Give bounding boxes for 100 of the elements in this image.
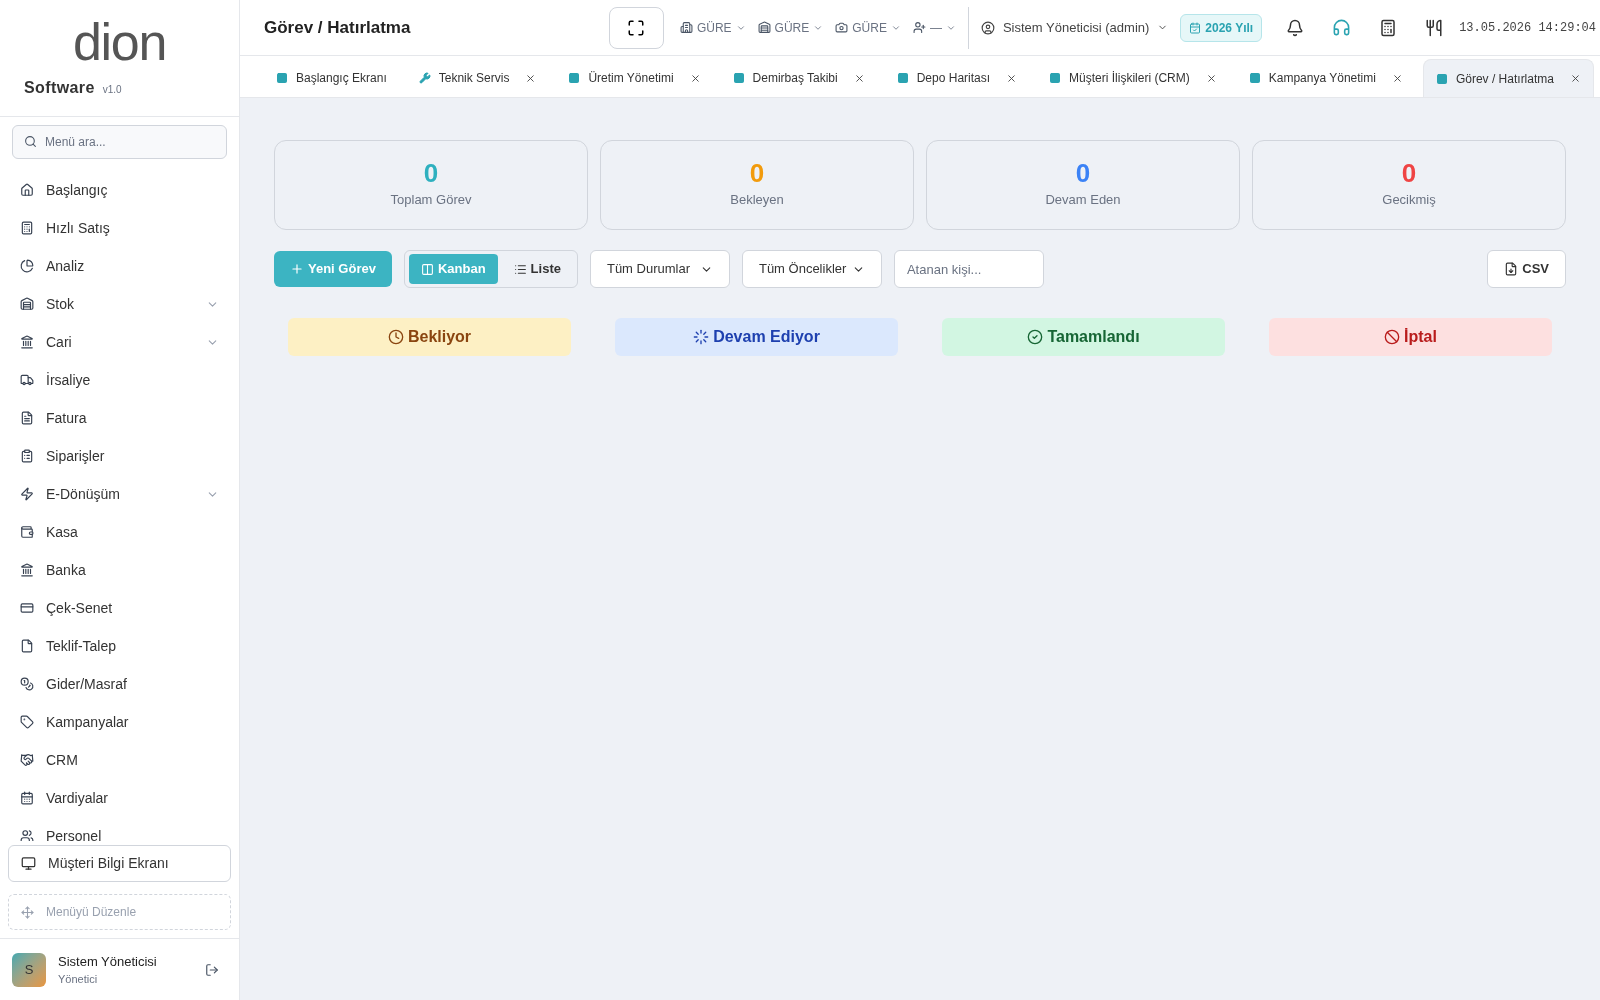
context-selector[interactable]: GÜRE <box>831 18 905 37</box>
monitor-icon <box>21 856 36 871</box>
menu-icon <box>20 335 34 349</box>
user-name: Sistem Yöneticisi <box>58 952 158 971</box>
close-icon[interactable] <box>525 72 537 84</box>
tab-icon <box>1049 72 1062 84</box>
tab-icon <box>418 72 431 84</box>
sidebar-item[interactable]: Hızlı Satış <box>12 209 227 247</box>
view-icon <box>420 262 434 276</box>
sidebar-item[interactable]: İrsaliye <box>12 361 227 399</box>
tab-icon <box>1435 72 1448 85</box>
status-icon <box>693 329 710 345</box>
csv-file-icon <box>1504 262 1519 276</box>
fullscreen-button[interactable] <box>608 6 664 49</box>
tab-icon <box>1248 72 1261 84</box>
tab-icon <box>732 72 745 84</box>
page-tab[interactable]: Teknik Servis <box>406 59 549 97</box>
assignee-field[interactable]: Atanan kişi... <box>893 250 1044 288</box>
user-icon <box>980 20 995 35</box>
page-tab[interactable]: Demirbaş Takibi <box>720 59 877 97</box>
stat-value: 0 <box>1401 160 1417 187</box>
sidebar-item[interactable]: Analiz <box>12 247 227 285</box>
context-selector[interactable]: GÜRE <box>675 18 750 37</box>
sidebar-item[interactable]: Başlangıç <box>12 171 227 209</box>
csv-export-button[interactable]: CSV <box>1487 250 1566 288</box>
menu-icon <box>20 753 34 767</box>
selector-icon <box>912 21 926 34</box>
page-title: Görev / Hatırlatma <box>264 16 412 39</box>
plus-icon <box>290 262 304 276</box>
stat-value: 0 <box>1075 160 1091 187</box>
search-icon <box>24 135 37 148</box>
notification-icon[interactable] <box>1286 18 1305 37</box>
menu-icon <box>20 829 34 841</box>
menu-icon <box>20 373 34 387</box>
selector-icon <box>757 21 771 34</box>
menu-icon <box>20 259 34 273</box>
logout-icon[interactable] <box>205 962 219 977</box>
stat-label: Bekleyen <box>730 191 784 210</box>
tab-icon <box>568 72 581 84</box>
sidebar-item[interactable]: Banka <box>12 551 227 589</box>
close-icon[interactable] <box>1391 72 1403 84</box>
user-role: Yönetici <box>58 972 99 987</box>
sidebar-item[interactable]: Teklif-Talep <box>12 627 227 665</box>
sidebar-item[interactable]: Çek-Senet <box>12 589 227 627</box>
page-tab[interactable]: Depo Haritası <box>884 59 1030 97</box>
context-selector[interactable]: — <box>908 18 960 37</box>
status-filter[interactable]: Tüm Durumlar <box>589 250 730 288</box>
page-tab[interactable]: Müşteri İlişkileri (CRM) <box>1037 59 1229 97</box>
sidebar-item[interactable]: Kampanyalar <box>12 703 227 741</box>
tab-icon <box>276 72 288 84</box>
sidebar-item[interactable]: Personel <box>12 817 227 841</box>
close-icon[interactable] <box>853 72 865 84</box>
menu-search-field[interactable]: Menü ara... <box>12 125 227 159</box>
view-toggle[interactable]: Liste <box>501 254 573 284</box>
menu-icon <box>20 221 34 235</box>
page-tab[interactable]: Görev / Hatırlatma <box>1422 59 1594 97</box>
tab-icon <box>896 72 909 84</box>
headset-icon[interactable] <box>1332 18 1352 37</box>
menu-icon <box>20 525 34 539</box>
status-icon <box>1027 329 1044 345</box>
menu-icon <box>20 563 34 577</box>
close-icon[interactable] <box>1569 73 1581 84</box>
menu-icon <box>20 601 34 615</box>
customer-screen-button[interactable]: Müşteri Bilgi Ekranı <box>8 845 231 882</box>
kanban-column-header: Devam Ediyor <box>615 318 898 356</box>
menu-icon <box>20 411 34 425</box>
menu-icon <box>20 639 34 653</box>
fullscreen-icon <box>627 18 646 37</box>
close-icon[interactable] <box>1006 72 1018 84</box>
sidebar-item[interactable]: Vardiyalar <box>12 779 227 817</box>
cutlery-icon[interactable] <box>1425 18 1444 37</box>
stat-value: 0 <box>749 160 765 187</box>
sidebar-item[interactable]: Siparişler <box>12 437 227 475</box>
sidebar-item[interactable]: Stok <box>12 285 227 323</box>
page-tab[interactable]: Üretim Yönetimi <box>556 59 713 97</box>
menu-icon <box>20 791 34 805</box>
sidebar-item[interactable]: CRM <box>12 741 227 779</box>
sidebar-item[interactable]: Kasa <box>12 513 227 551</box>
close-icon[interactable] <box>1205 72 1217 84</box>
sidebar-item[interactable]: Fatura <box>12 399 227 437</box>
context-selector[interactable]: GÜRE <box>753 18 828 37</box>
stat-label: Gecikmiş <box>1382 191 1436 210</box>
page-tab[interactable]: Başlangıç Ekranı <box>264 59 399 97</box>
brand-name: Software <box>24 78 95 98</box>
menu-icon <box>20 715 34 729</box>
menu-icon <box>20 449 34 463</box>
priority-filter[interactable]: Tüm Öncelikler <box>741 250 882 288</box>
user-menu[interactable]: Sistem Yöneticisi (admin) <box>968 17 1181 38</box>
kanban-column-header: Tamamlandı <box>942 318 1225 356</box>
selector-icon <box>835 21 849 34</box>
stat-label: Toplam Görev <box>390 191 472 210</box>
close-icon[interactable] <box>689 72 701 84</box>
menu-icon <box>20 183 34 197</box>
sidebar-item[interactable]: E-Dönüşüm <box>12 475 227 513</box>
calculator-icon[interactable] <box>1379 18 1398 37</box>
sidebar-item[interactable]: Cari <box>12 323 227 361</box>
sidebar-item[interactable]: Gider/Masraf <box>12 665 227 703</box>
menu-icon <box>20 487 34 501</box>
page-tab[interactable]: Kampanya Yönetimi <box>1236 59 1415 97</box>
menu-icon <box>20 677 34 691</box>
